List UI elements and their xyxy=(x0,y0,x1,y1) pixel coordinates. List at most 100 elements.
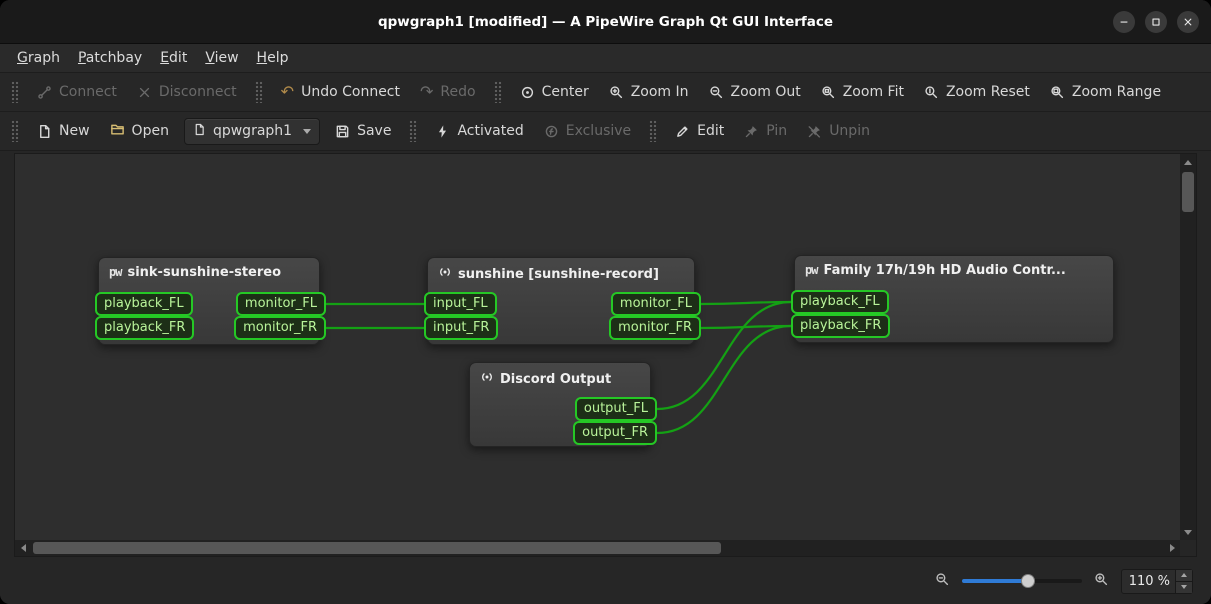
zoom-in-label: Zoom In xyxy=(631,84,689,100)
toolbar-grip[interactable] xyxy=(409,120,417,142)
undo-icon: ↶ xyxy=(281,85,294,99)
menu-edit[interactable]: Edit xyxy=(151,46,196,70)
zoom-spin-buttons xyxy=(1175,570,1192,593)
horizontal-scrollbar-thumb[interactable] xyxy=(33,542,721,554)
zoom-reset-icon xyxy=(924,85,939,100)
toolbar-grip[interactable] xyxy=(649,120,657,142)
zoom-range-button[interactable]: Zoom Range xyxy=(1041,79,1170,105)
pin-icon xyxy=(744,124,759,139)
port-monitor-fr[interactable]: monitor_FR xyxy=(609,316,701,340)
center-button[interactable]: Center xyxy=(511,79,598,105)
port-output-fr[interactable]: output_FR xyxy=(573,421,657,445)
window-controls xyxy=(1113,11,1199,33)
save-icon xyxy=(335,124,350,139)
node-sink-sunshine-stereo[interactable]: pwsink-sunshine-stereoplayback_FLplaybac… xyxy=(98,257,320,345)
port-input-fl[interactable]: input_FL xyxy=(424,292,497,316)
open-folder-icon xyxy=(110,122,125,141)
menu-help[interactable]: Help xyxy=(248,46,298,70)
port-playback-fr[interactable]: playback_FR xyxy=(95,316,194,340)
toolbar-graph: ConnectDisconnect↶Undo Connect↷RedoCente… xyxy=(0,73,1211,112)
toolbar-patchbay: NewOpenqpwgraph1SaveActivatedExclusiveEd… xyxy=(0,112,1211,151)
port-playback-fl[interactable]: playback_FL xyxy=(95,292,193,316)
node-title: sunshine [sunshine-record] xyxy=(428,258,694,283)
patchbay-file-icon xyxy=(193,123,206,140)
center-icon xyxy=(520,85,535,100)
zoom-value[interactable]: 110 % xyxy=(1122,570,1175,593)
port-monitor-fl[interactable]: monitor_FL xyxy=(611,292,701,316)
connect-icon xyxy=(37,85,52,100)
edit-icon xyxy=(675,124,690,139)
port-input-fr[interactable]: input_FR xyxy=(424,316,498,340)
activated-button[interactable]: Activated xyxy=(426,118,532,144)
zoom-out-button[interactable] xyxy=(935,572,950,591)
graph-canvas[interactable]: pwsink-sunshine-stereoplayback_FLplaybac… xyxy=(14,153,1197,557)
menu-patchbay[interactable]: Patchbay xyxy=(69,46,151,70)
zoom-spin-up-button[interactable] xyxy=(1176,570,1192,582)
new-button[interactable]: New xyxy=(28,118,99,144)
pipewire-icon: pw xyxy=(805,263,817,278)
titlebar: qpwgraph1 [modified] — A PipeWire Graph … xyxy=(0,0,1211,44)
zoom-spinbox[interactable]: 110 % xyxy=(1121,569,1193,594)
graph-viewport[interactable]: pwsink-sunshine-stereoplayback_FLplaybac… xyxy=(15,154,1180,540)
zoom-fit-button[interactable]: Zoom Fit xyxy=(812,79,913,105)
minimize-button[interactable] xyxy=(1113,11,1135,33)
node-family-17h-19h-hd-audio-contr[interactable]: pwFamily 17h/19h HD Audio Contr...playba… xyxy=(794,255,1114,343)
maximize-icon xyxy=(1150,16,1162,28)
toolbar-grip[interactable] xyxy=(11,81,19,103)
toolbar-grip[interactable] xyxy=(255,81,263,103)
close-button[interactable] xyxy=(1177,11,1199,33)
audio-node-icon xyxy=(480,370,494,388)
connection-wire[interactable] xyxy=(701,326,791,328)
zoom-range-icon xyxy=(1050,85,1065,100)
new-label: New xyxy=(59,123,90,139)
unpin-button: Unpin xyxy=(798,118,879,144)
connect-label: Connect xyxy=(59,84,117,100)
unpin-icon xyxy=(807,124,822,139)
unpin-label: Unpin xyxy=(829,123,870,139)
menu-view[interactable]: View xyxy=(196,46,247,70)
port-monitor-fr[interactable]: monitor_FR xyxy=(234,316,326,340)
node-discord-output[interactable]: Discord Outputoutput_FLoutput_FR xyxy=(469,362,651,447)
open-button[interactable]: Open xyxy=(101,117,178,146)
scroll-down-button[interactable] xyxy=(1180,524,1196,540)
redo-label: Redo xyxy=(440,84,475,100)
zoom-reset-button[interactable]: Zoom Reset xyxy=(915,79,1039,105)
node-sunshine-sunshine-record[interactable]: sunshine [sunshine-record] input_FLinput_… xyxy=(427,257,695,345)
zoom-slider-fill xyxy=(962,579,1028,583)
new-file-icon xyxy=(37,124,52,139)
chevron-down-icon xyxy=(303,129,311,134)
close-icon xyxy=(1182,16,1194,28)
audio-node-icon xyxy=(438,265,452,283)
port-output-fl[interactable]: output_FL xyxy=(575,397,657,421)
zoom-in-button[interactable]: Zoom In xyxy=(600,79,698,105)
port-playback-fl[interactable]: playback_FL xyxy=(791,290,889,314)
statusbar: 110 % xyxy=(0,557,1211,604)
connection-wire[interactable] xyxy=(701,302,791,304)
zoom-spin-down-button[interactable] xyxy=(1176,582,1192,593)
toolbar-grip[interactable] xyxy=(494,81,502,103)
disconnect-icon xyxy=(137,85,152,100)
pin-button: Pin xyxy=(735,118,796,144)
scroll-left-icon xyxy=(21,544,26,552)
zoom-slider[interactable] xyxy=(962,571,1082,591)
scroll-down-icon xyxy=(1184,530,1192,535)
horizontal-scrollbar[interactable] xyxy=(15,540,1180,556)
save-button[interactable]: Save xyxy=(326,118,400,144)
menu-graph[interactable]: Graph xyxy=(8,46,69,70)
scroll-right-button[interactable] xyxy=(1164,540,1180,556)
undo-connect-button[interactable]: ↶ Undo Connect xyxy=(272,79,409,105)
vertical-scrollbar-thumb[interactable] xyxy=(1182,172,1194,212)
toolbar-grip[interactable] xyxy=(11,120,19,142)
undo-connect-label: Undo Connect xyxy=(301,84,400,100)
edit-button[interactable]: Edit xyxy=(666,118,733,144)
scroll-up-button[interactable] xyxy=(1180,154,1196,170)
port-playback-fr[interactable]: playback_FR xyxy=(791,314,890,338)
patchbay-selector-combo[interactable]: qpwgraph1 xyxy=(184,118,320,145)
zoom-in-button[interactable] xyxy=(1094,572,1109,591)
port-monitor-fl[interactable]: monitor_FL xyxy=(236,292,326,316)
maximize-button[interactable] xyxy=(1145,11,1167,33)
zoom-slider-handle[interactable] xyxy=(1021,574,1035,588)
scroll-left-button[interactable] xyxy=(15,540,31,556)
zoom-out-button[interactable]: Zoom Out xyxy=(700,79,810,105)
vertical-scrollbar[interactable] xyxy=(1180,154,1196,540)
